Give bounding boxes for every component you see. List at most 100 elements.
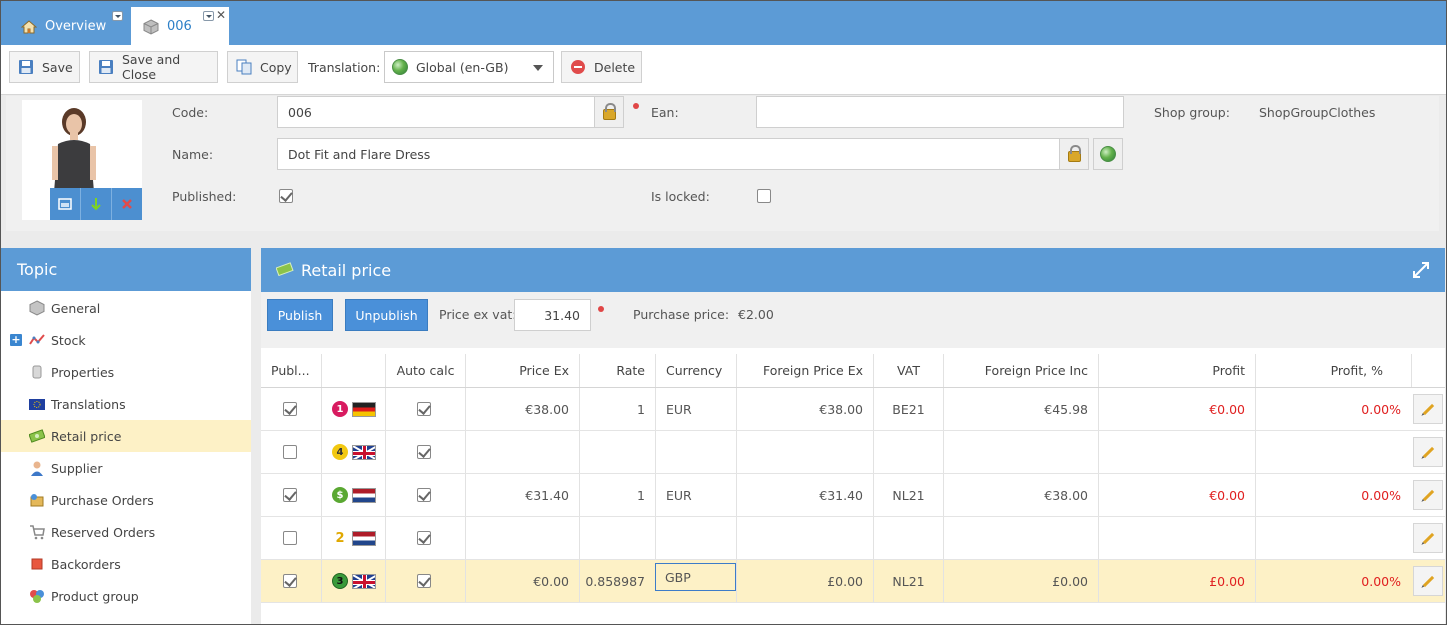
row-auto-calc-checkbox[interactable] <box>417 574 431 588</box>
published-checkbox[interactable] <box>279 189 293 203</box>
profit-pct-cell: 0.00% <box>1255 560 1411 602</box>
uk-flag-icon <box>352 444 376 460</box>
table-row[interactable]: 2 <box>261 517 1445 560</box>
foreign-price-ex-cell <box>736 431 873 473</box>
col-foreign-price-inc[interactable]: Foreign Price Inc <box>943 354 1098 387</box>
translation-select[interactable]: Global (en-GB) <box>384 51 554 83</box>
row-auto-calc-checkbox[interactable] <box>417 402 431 416</box>
foreign-price-inc-cell: €45.98 <box>943 388 1098 430</box>
row-published-checkbox[interactable] <box>283 402 297 416</box>
name-field[interactable]: Dot Fit and Flare Dress <box>277 138 1061 170</box>
table-row-selected[interactable]: 3 €0.00 0.858987 GBP £0.00 NL21 £0.00 £0… <box>261 560 1445 603</box>
ean-field[interactable] <box>756 96 1124 128</box>
table-row[interactable]: 4 <box>261 431 1445 474</box>
name-lock-button[interactable] <box>1059 138 1089 170</box>
topic-item-product-group[interactable]: Product group <box>1 580 251 612</box>
edit-row-button[interactable] <box>1413 480 1443 510</box>
rate-cell: 1 <box>579 474 655 516</box>
currency-cell[interactable] <box>655 517 736 559</box>
row-auto-calc-checkbox[interactable] <box>417 488 431 502</box>
col-profit[interactable]: Profit <box>1098 354 1255 387</box>
tab-006-dropdown-icon[interactable] <box>203 11 214 21</box>
topic-item-properties[interactable]: Properties <box>1 356 251 388</box>
col-vat[interactable]: VAT <box>873 354 943 387</box>
col-auto-calc[interactable]: Auto calc <box>385 354 465 387</box>
name-translate-button[interactable] <box>1093 138 1123 170</box>
lock-icon <box>1067 145 1081 162</box>
is-locked-checkbox[interactable] <box>757 189 771 203</box>
copy-button[interactable]: Copy <box>227 51 298 83</box>
edit-row-button[interactable] <box>1413 566 1443 596</box>
download-image-button[interactable] <box>81 188 112 220</box>
price-ex-cell: €31.40 <box>465 474 579 516</box>
foreign-price-ex-cell <box>736 517 873 559</box>
floppy-icon <box>19 60 33 74</box>
tab-bar: Overview 006 ✕ <box>1 1 1446 46</box>
topic-item-label: Supplier <box>51 460 103 476</box>
currency-cell[interactable] <box>655 431 736 473</box>
globe-icon <box>392 59 408 75</box>
cube-icon <box>29 300 45 316</box>
row-auto-calc-checkbox[interactable] <box>417 445 431 459</box>
table-row[interactable]: 1 €38.00 1 EUR €38.00 BE21 €45.98 €0.00 … <box>261 388 1445 431</box>
channel-badge: 1 <box>332 401 348 417</box>
delete-icon <box>571 60 585 74</box>
col-rate[interactable]: Rate <box>579 354 655 387</box>
col-profit-pct[interactable]: Profit, % <box>1255 354 1411 387</box>
row-auto-calc-checkbox[interactable] <box>417 531 431 545</box>
topic-item-purchase-orders[interactable]: Purchase Orders <box>1 484 251 516</box>
col-foreign-price-ex[interactable]: Foreign Price Ex <box>736 354 873 387</box>
topic-item-backorders[interactable]: Backorders <box>1 548 251 580</box>
delete-button[interactable]: Delete <box>561 51 642 83</box>
rate-cell <box>579 517 655 559</box>
upload-image-button[interactable] <box>50 188 81 220</box>
arrow-down-icon <box>91 198 101 211</box>
row-published-checkbox[interactable] <box>283 445 297 459</box>
remove-image-button[interactable] <box>112 188 142 220</box>
required-indicator <box>598 306 604 312</box>
code-lock-button[interactable] <box>594 96 624 128</box>
currency-cell[interactable]: EUR <box>655 474 736 516</box>
expand-icon[interactable] <box>1413 262 1429 278</box>
tab-006[interactable]: 006 <box>131 7 229 46</box>
close-icon[interactable]: ✕ <box>216 9 226 21</box>
edit-row-button[interactable] <box>1413 394 1443 424</box>
profit-cell: €0.00 <box>1098 474 1255 516</box>
col-currency[interactable]: Currency <box>655 354 736 387</box>
code-field[interactable]: 006 <box>277 96 597 128</box>
topic-item-retail-price[interactable]: Retail price <box>1 420 251 452</box>
topic-item-reserved-orders[interactable]: Reserved Orders <box>1 516 251 548</box>
price-ex-vat-input[interactable]: 31.40 <box>514 299 591 331</box>
row-published-checkbox[interactable] <box>283 488 297 502</box>
copy-icon <box>236 59 252 75</box>
delete-button-label: Delete <box>594 59 636 75</box>
row-published-checkbox[interactable] <box>283 531 297 545</box>
edit-row-button[interactable] <box>1413 437 1443 467</box>
topic-item-label: Product group <box>51 588 139 604</box>
expand-icon[interactable]: + <box>10 334 22 346</box>
topic-item-supplier[interactable]: Supplier <box>1 452 251 484</box>
topic-item-stock[interactable]: + Stock <box>1 324 251 356</box>
topic-item-general[interactable]: General <box>1 292 251 324</box>
germany-flag-icon <box>352 401 376 417</box>
save-and-close-button[interactable]: Save and Close <box>89 51 218 83</box>
tab-overview[interactable]: Overview <box>21 8 106 45</box>
col-published[interactable]: Publ... <box>261 354 321 387</box>
topic-item-label: Stock <box>51 332 86 348</box>
purchase-price-label: Purchase price: <box>633 307 730 322</box>
tab-overview-dropdown-icon[interactable] <box>112 11 123 21</box>
netherlands-flag-icon <box>352 530 376 546</box>
currency-cell-editor[interactable]: GBP <box>655 563 736 591</box>
tab-overview-label: Overview <box>45 19 107 34</box>
currency-cell[interactable]: EUR <box>655 388 736 430</box>
save-button[interactable]: Save <box>9 51 80 83</box>
topic-item-translations[interactable]: Translations <box>1 388 251 420</box>
publish-button[interactable]: Publish <box>267 299 333 331</box>
col-price-ex[interactable]: Price Ex <box>465 354 579 387</box>
tab-006-label: 006 <box>167 19 192 34</box>
unpublish-button[interactable]: Unpublish <box>345 299 428 331</box>
table-row[interactable]: $ €31.40 1 EUR €31.40 NL21 €38.00 €0.00 … <box>261 474 1445 517</box>
pencil-icon <box>1422 446 1434 458</box>
edit-row-button[interactable] <box>1413 523 1443 553</box>
row-published-checkbox[interactable] <box>283 574 297 588</box>
